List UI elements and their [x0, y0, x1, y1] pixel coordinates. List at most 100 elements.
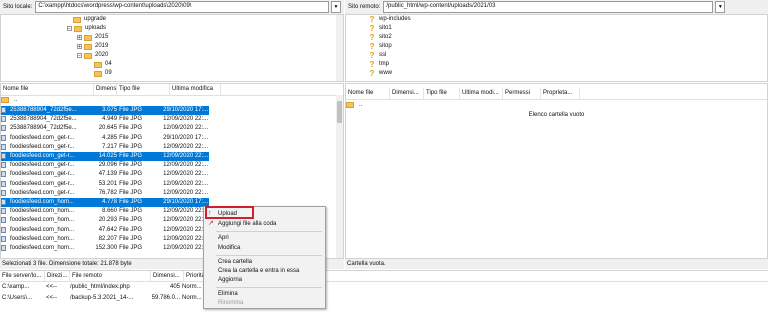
- tree-item-www[interactable]: ? www: [368, 69, 392, 78]
- expand-icon[interactable]: +: [77, 35, 82, 41]
- column-header-size[interactable]: Dimensi...: [390, 88, 424, 99]
- tree-item-sitop[interactable]: ? sitop: [368, 42, 392, 51]
- tree-item-upgrade[interactable]: upgrade: [73, 15, 106, 24]
- menu-separator: [216, 287, 322, 288]
- tree-item-tmp[interactable]: ? tmp: [368, 60, 389, 69]
- menu-item-add-to-queue[interactable]: ↗ Aggiungi file alla coda: [204, 219, 325, 229]
- cell-type: File JPG: [119, 245, 143, 251]
- tree-item-label: wp-includes: [379, 16, 411, 22]
- cell-type: File JPG: [119, 125, 143, 132]
- queue-column-remote[interactable]: File remoto: [70, 271, 151, 281]
- list-item-parent[interactable]: ..: [346, 101, 362, 110]
- menu-item-label: Apri: [218, 235, 229, 241]
- folder-icon: [84, 43, 92, 50]
- column-header-size[interactable]: Dimensi...: [94, 84, 117, 95]
- parent-folder-label: ..: [359, 102, 363, 108]
- cell-type: File JPG: [119, 153, 143, 159]
- tree-item-uploads[interactable]: − uploads: [67, 24, 106, 33]
- cell-type: File JPG: [119, 162, 143, 169]
- table-row[interactable]: 25388788904_72d2f5e... 4.949 File JPG 12/09…: [1, 115, 209, 124]
- tree-item-sito1[interactable]: ? sito1: [368, 24, 392, 33]
- column-header-type[interactable]: Tipo file: [424, 88, 460, 99]
- collapse-icon[interactable]: −: [77, 53, 82, 59]
- table-row[interactable]: foodiesfeed.com_get-r... 29.096 File JPG 12…: [1, 161, 209, 170]
- tree-item-label: 2019: [95, 43, 109, 49]
- column-header-type[interactable]: Tipo file: [117, 84, 170, 95]
- tree-item-label: 09: [105, 70, 112, 76]
- tree-item-wp-includes[interactable]: ? wp-includes: [368, 15, 411, 24]
- expand-icon[interactable]: +: [77, 44, 82, 50]
- menu-item-label: Aggiungi file alla coda: [218, 221, 277, 227]
- menu-item-open[interactable]: Apri: [204, 233, 325, 243]
- column-header-modified[interactable]: Ultima modifica: [170, 84, 221, 95]
- image-file-icon: [1, 125, 6, 132]
- column-header-name[interactable]: Nome file: [346, 88, 390, 99]
- queue-row[interactable]: C:\xamp... <<-- /public_html/index.php 405 N…: [0, 283, 220, 292]
- image-file-icon: [1, 235, 6, 242]
- cell-name: 25388788904_72d2f5e...: [9, 116, 77, 123]
- cell-name: foodiesfeed.com_get-r...: [9, 189, 75, 196]
- cell-date: 12/09/2020 22:...: [163, 162, 209, 169]
- remote-path-input[interactable]: /public_html/wp-content/uploads/2021/03: [383, 1, 714, 13]
- tree-item-2019[interactable]: +2019: [77, 42, 108, 51]
- table-row[interactable]: 25388788904_72d2f5e... 3.075 File JPG 29/10…: [1, 106, 209, 115]
- tree-item-2020[interactable]: − 2020: [77, 51, 108, 60]
- tree-item-label: sito2: [379, 34, 392, 40]
- queue-column-direction[interactable]: Direzi...: [45, 271, 70, 281]
- column-header-modified[interactable]: Ultima modi...: [460, 88, 503, 99]
- column-header-owner[interactable]: Proprieta...: [541, 88, 580, 99]
- tree-item-2015[interactable]: +2015: [77, 33, 108, 42]
- scrollbar-thumb[interactable]: [337, 101, 342, 123]
- tree-item-09[interactable]: 09: [94, 69, 112, 78]
- column-header-name[interactable]: Nome file: [1, 84, 94, 95]
- menu-item-rename: Rinomina: [204, 298, 325, 308]
- list-item-parent[interactable]: ..: [1, 96, 17, 105]
- cell-date: 12/09/2020 22:...: [163, 153, 209, 159]
- cell-type: File JPG: [119, 134, 143, 141]
- table-row[interactable]: foodiesfeed.com_get-r... 7.217 File JPG 12/…: [1, 143, 209, 152]
- table-row[interactable]: foodiesfeed.com_hom... 8.660 File JPG 12/09…: [1, 207, 209, 216]
- unknown-folder-icon: ?: [369, 51, 375, 60]
- image-file-icon: [1, 180, 6, 187]
- table-row[interactable]: 25388788904_72d2f5e... 20.645 File JPG 12/0…: [1, 124, 209, 133]
- chevron-down-icon[interactable]: ▼: [715, 1, 726, 13]
- table-row[interactable]: foodiesfeed.com_hom... 47.642 File JPG 12/0…: [1, 226, 209, 235]
- local-folder-tree: upgrade − uploads +2015 +2019 − 2020 04 09: [0, 14, 344, 82]
- table-row[interactable]: foodiesfeed.com_hom... 152.300 File JPG 12/…: [1, 244, 209, 253]
- table-row[interactable]: foodiesfeed.com_hom... 20.293 File JPG 12/0…: [1, 216, 209, 225]
- table-row[interactable]: foodiesfeed.com_get-r... 47.139 File JPG 12…: [1, 170, 209, 179]
- table-row[interactable]: foodiesfeed.com_hom... 4.778 File JPG 29/10…: [1, 198, 209, 207]
- cell-date: 12/09/2020 22:...: [163, 116, 209, 123]
- tree-item-ssl[interactable]: ? ssl: [368, 51, 387, 60]
- tree-item-sito2[interactable]: ? sito2: [368, 33, 392, 42]
- image-file-icon: [1, 116, 6, 123]
- column-header-permissions[interactable]: Permessi: [503, 88, 541, 99]
- collapse-icon[interactable]: −: [67, 26, 72, 32]
- local-path-input[interactable]: C:\xampp\htdocs\wordpress\wp-content\upl…: [35, 1, 329, 13]
- menu-item-edit[interactable]: Modifica: [204, 243, 325, 253]
- tree-item-label: www: [379, 70, 392, 76]
- queue-column-size[interactable]: Dimensi...: [151, 271, 184, 281]
- local-path-bar: Sito locale: C:\xampp\htdocs\wordpress\w…: [0, 0, 344, 14]
- chevron-down-icon[interactable]: ▼: [331, 1, 341, 13]
- image-file-icon: [1, 208, 6, 215]
- table-row[interactable]: foodiesfeed.com_get-r... 14.025 File JPG 12…: [1, 152, 209, 161]
- table-row[interactable]: foodiesfeed.com_get-r... 4.285 File JPG 29/…: [1, 134, 209, 143]
- local-list-scrollbar[interactable]: [336, 95, 343, 258]
- tree-item-label: ssl: [379, 52, 387, 58]
- table-row[interactable]: foodiesfeed.com_get-r... 53.201 File JPG 12…: [1, 180, 209, 189]
- queue-column-local[interactable]: File server/lo...: [0, 271, 45, 281]
- table-row[interactable]: foodiesfeed.com_get-r... 76.782 File JPG 12…: [1, 189, 209, 198]
- queue-cell-size: 59.786.0...: [151, 295, 180, 301]
- table-row[interactable]: foodiesfeed.com_hom... 82.207 File JPG 12/0…: [1, 235, 209, 244]
- queue-row[interactable]: C:\Users\... <<-- /backup-5.3.2021_14-... 5…: [0, 294, 220, 303]
- image-file-icon: [1, 143, 6, 150]
- local-tree-scrollbar[interactable]: [336, 15, 343, 81]
- queue-cell-local: C:\xamp...: [2, 284, 30, 290]
- local-site-label: Sito locale:: [3, 4, 33, 10]
- menu-item-refresh[interactable]: Aggiorna: [204, 275, 325, 285]
- cell-size: 82.207: [98, 235, 118, 242]
- queue-cell-dir: <<--: [46, 295, 58, 301]
- cell-name: foodiesfeed.com_get-r...: [9, 153, 75, 159]
- tree-item-04[interactable]: 04: [94, 60, 112, 69]
